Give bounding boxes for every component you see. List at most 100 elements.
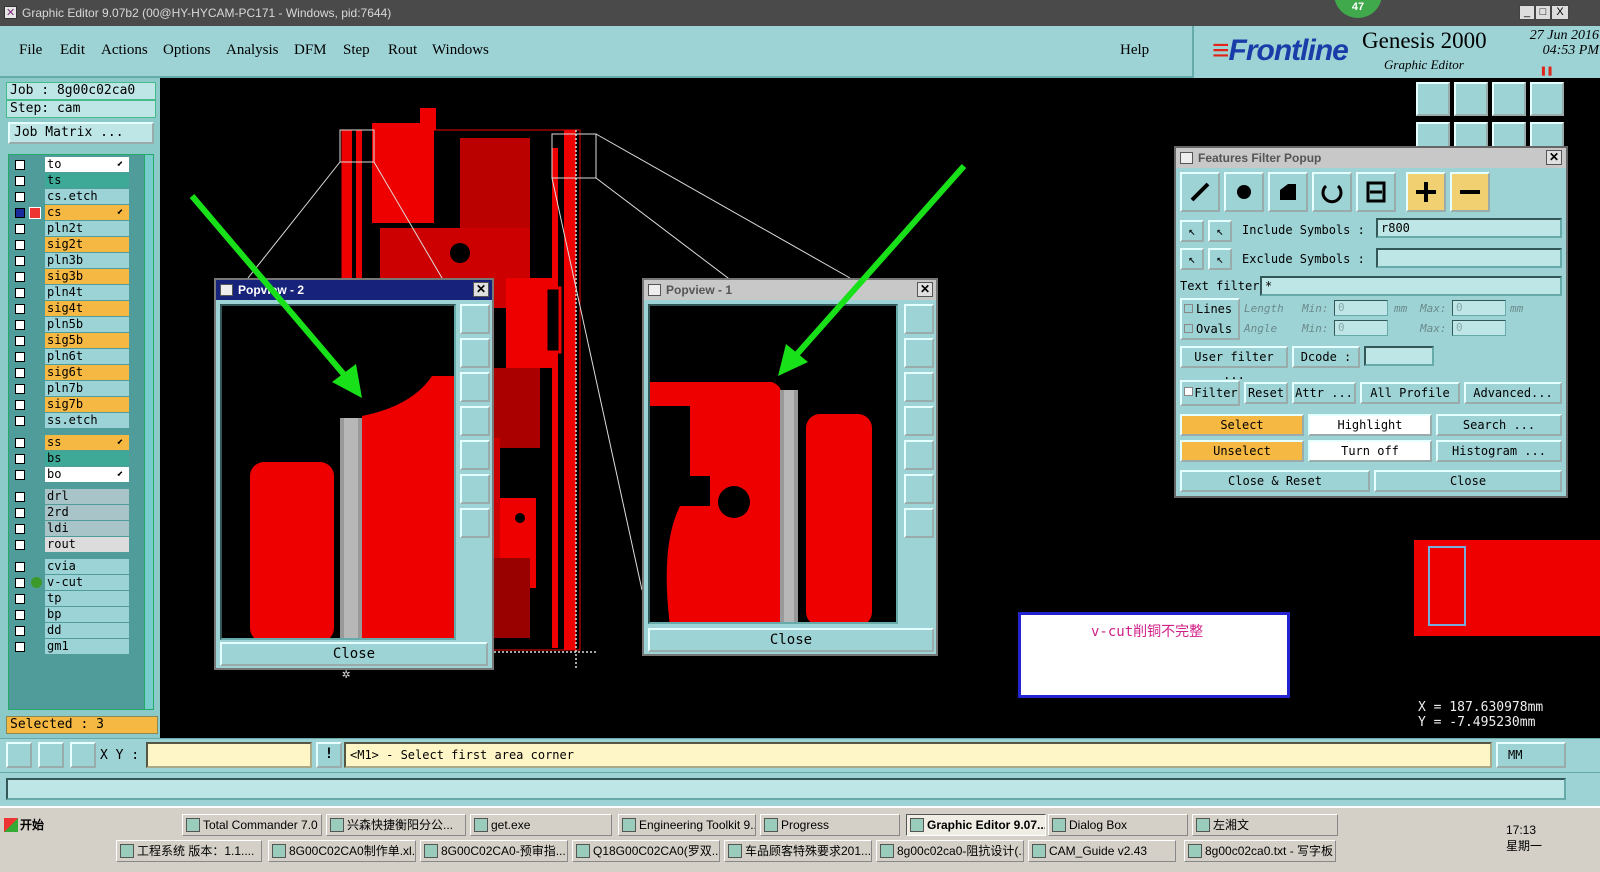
task-total-commander[interactable]: Total Commander 7.0 ...: [182, 814, 322, 836]
layer-checkbox[interactable]: [15, 562, 25, 572]
start-button[interactable]: 开始: [2, 814, 58, 836]
layer-checkbox[interactable]: [15, 320, 25, 330]
task-progress[interactable]: Progress: [760, 814, 900, 836]
histogram-button[interactable]: Histogram ...: [1436, 440, 1562, 462]
popview-1-zoom-in-button[interactable]: [904, 474, 934, 504]
popview-2-pan-left-button[interactable]: [460, 406, 490, 436]
dcode-input[interactable]: [1364, 346, 1434, 366]
negative-polarity-icon[interactable]: [1450, 172, 1490, 212]
layer-checkbox[interactable]: [15, 384, 25, 394]
max-angle-input[interactable]: 0: [1452, 320, 1506, 336]
popview-2-pan-down-button[interactable]: [460, 372, 490, 402]
layer-row[interactable]: pln5b: [9, 317, 139, 333]
task-get-exe[interactable]: get.exe: [470, 814, 612, 836]
dcode-button[interactable]: Dcode :: [1292, 346, 1360, 368]
layer-checkbox[interactable]: [15, 610, 25, 620]
reset-button[interactable]: Reset: [1244, 382, 1288, 404]
popview-2-pan-up-button[interactable]: [460, 338, 490, 368]
layer-checkbox[interactable]: [15, 368, 25, 378]
tool-home-icon[interactable]: [1492, 82, 1526, 116]
surface-filter-icon[interactable]: [1268, 172, 1308, 212]
popview-2-titlebar[interactable]: Popview - 2 ✕: [216, 280, 492, 300]
layer-checkbox[interactable]: [15, 578, 25, 588]
popview-1-fit-button[interactable]: [904, 304, 934, 334]
task-cam-guide[interactable]: CAM_Guide v2.43: [1028, 840, 1176, 862]
all-profile-select[interactable]: All Profile: [1360, 382, 1460, 404]
popview-2-zoom-out-button[interactable]: [460, 508, 490, 538]
grid-icon[interactable]: [70, 742, 96, 768]
menu-windows[interactable]: Windows: [432, 42, 489, 59]
layer-row[interactable]: sig3b: [9, 269, 139, 285]
popview-1-pan-up-button[interactable]: [904, 338, 934, 368]
layer-row[interactable]: sig4t: [9, 301, 139, 317]
layer-checkbox[interactable]: [15, 272, 25, 282]
mini-map[interactable]: [1414, 540, 1600, 636]
layer-row[interactable]: 2rd: [9, 505, 139, 521]
layer-row[interactable]: to ⬋: [9, 157, 139, 173]
layer-checkbox[interactable]: [15, 492, 25, 502]
layer-checkbox[interactable]: [15, 438, 25, 448]
layer-row[interactable]: tp: [9, 591, 139, 607]
menu-analysis[interactable]: Analysis: [226, 42, 279, 59]
layer-checkbox[interactable]: [15, 626, 25, 636]
status-input[interactable]: [6, 778, 1566, 800]
tool-open-icon[interactable]: [1416, 82, 1450, 116]
text-filter-icon[interactable]: [1356, 172, 1396, 212]
exclude-symbols-input[interactable]: [1376, 248, 1562, 268]
menu-options[interactable]: Options: [163, 42, 211, 59]
layer-row[interactable]: v-cut: [9, 575, 139, 591]
layer-checkbox[interactable]: [15, 176, 25, 186]
layer-checkbox[interactable]: [15, 240, 25, 250]
layer-row[interactable]: cs ⬋: [9, 205, 139, 221]
task-pre-review[interactable]: 8G00C02CA0-预审指...: [420, 840, 568, 862]
popview-1-pan-left-button[interactable]: [904, 406, 934, 436]
exclude-pick2-icon[interactable]: ↖: [1208, 248, 1232, 270]
popview-2-pan-right-button[interactable]: [460, 440, 490, 470]
close-and-reset-button[interactable]: Close & Reset: [1180, 470, 1370, 492]
exclude-pick-icon[interactable]: ↖: [1180, 248, 1204, 270]
popview-2-viewport[interactable]: [220, 304, 456, 640]
line-filter-icon[interactable]: [1180, 172, 1220, 212]
layer-row[interactable]: cs.etch: [9, 189, 139, 205]
tool-save-icon[interactable]: [1454, 82, 1488, 116]
layer-row[interactable]: ldi: [9, 521, 139, 537]
layer-row[interactable]: sig7b: [9, 397, 139, 413]
layer-checkbox[interactable]: [15, 352, 25, 362]
layer-checkbox[interactable]: [15, 540, 25, 550]
popview-2-zoom-in-button[interactable]: [460, 474, 490, 504]
layer-checkbox[interactable]: [15, 524, 25, 534]
select-button[interactable]: Select: [1180, 414, 1304, 436]
layer-checkbox[interactable]: [15, 288, 25, 298]
layer-checkbox[interactable]: [15, 454, 25, 464]
pad-filter-icon[interactable]: [1224, 172, 1264, 212]
popview-1-viewport[interactable]: [648, 304, 898, 624]
max-length-input[interactable]: 0: [1452, 300, 1506, 316]
layer-row[interactable]: pln3b: [9, 253, 139, 269]
layer-row[interactable]: sig5b: [9, 333, 139, 349]
filter-close-icon[interactable]: ✕: [1546, 150, 1562, 165]
system-clock[interactable]: 17:13 星期一: [1500, 822, 1596, 854]
task-engineering-system[interactable]: 工程系统 版本：1.1....: [116, 840, 262, 862]
layer-checkbox[interactable]: [15, 642, 25, 652]
task-production-sheet[interactable]: 8G00C02CA0制作单.xl...: [268, 840, 416, 862]
maximize-button[interactable]: □: [1535, 5, 1551, 20]
units-select[interactable]: MM: [1496, 742, 1566, 768]
task-engineering-toolkit[interactable]: Engineering Toolkit 9....: [618, 814, 756, 836]
menu-actions[interactable]: Actions: [101, 42, 148, 59]
snap-icon[interactable]: [6, 742, 32, 768]
layer-checkbox[interactable]: [15, 470, 25, 480]
include-symbols-input[interactable]: r800: [1376, 218, 1562, 238]
minimize-button[interactable]: _: [1519, 5, 1535, 20]
layer-row[interactable]: dd: [9, 623, 139, 639]
warning-icon[interactable]: !: [316, 742, 342, 768]
layer-checkbox[interactable]: [15, 208, 25, 218]
layer-row[interactable]: pln2t: [9, 221, 139, 237]
layer-row[interactable]: rout: [9, 537, 139, 553]
layer-row[interactable]: cvia: [9, 559, 139, 575]
lines-checkbox[interactable]: [1184, 304, 1193, 313]
menu-help[interactable]: Help: [1120, 42, 1149, 59]
unselect-button[interactable]: Unselect: [1180, 440, 1304, 462]
turn-off-button[interactable]: Turn off: [1308, 440, 1432, 462]
close-window-button[interactable]: X: [1551, 5, 1569, 20]
include-pick-icon[interactable]: ↖: [1180, 220, 1204, 242]
